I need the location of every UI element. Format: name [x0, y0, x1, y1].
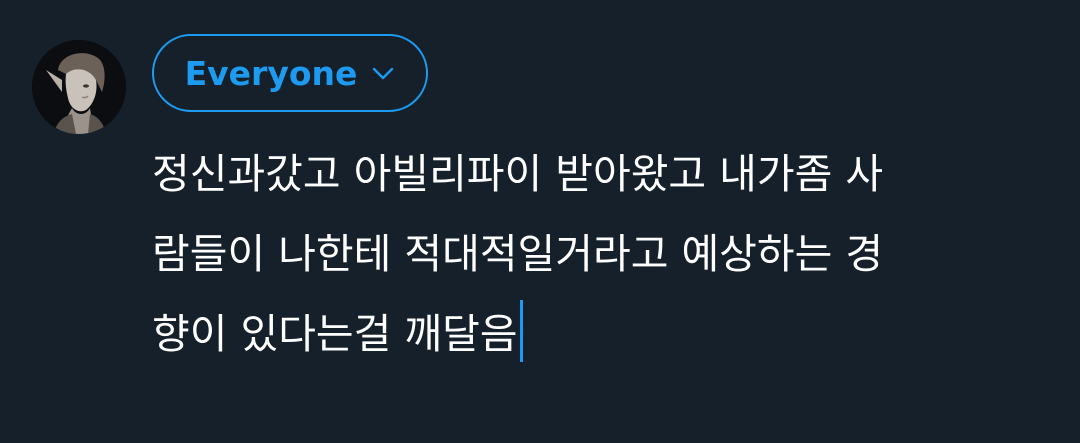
tweet-text-line-last: 향이 있다는걸 깨달음: [152, 294, 1062, 374]
tweet-text-input[interactable]: 정신과갔고 아빌리파이 받아왔고 내가좀 사 람들이 나한테 적대적일거라고 예…: [152, 134, 1062, 374]
tweet-text-line-content: 향이 있다는걸 깨달음: [152, 310, 518, 358]
avatar[interactable]: [32, 40, 126, 134]
tweet-text-line: 람들이 나한테 적대적일거라고 예상하는 경: [152, 230, 884, 278]
audience-label: Everyone: [184, 53, 358, 93]
chevron-down-icon: [373, 67, 394, 80]
avatar-illustration: [32, 40, 126, 134]
tweet-compose: Everyone 정신과갔고 아빌리파이 받아왔고 내가좀 사 람들이 나한테 …: [0, 0, 1080, 443]
tweet-text-line: 정신과갔고 아빌리파이 받아왔고 내가좀 사: [152, 150, 884, 198]
audience-selector[interactable]: Everyone: [152, 34, 428, 112]
text-caret: [519, 300, 523, 362]
